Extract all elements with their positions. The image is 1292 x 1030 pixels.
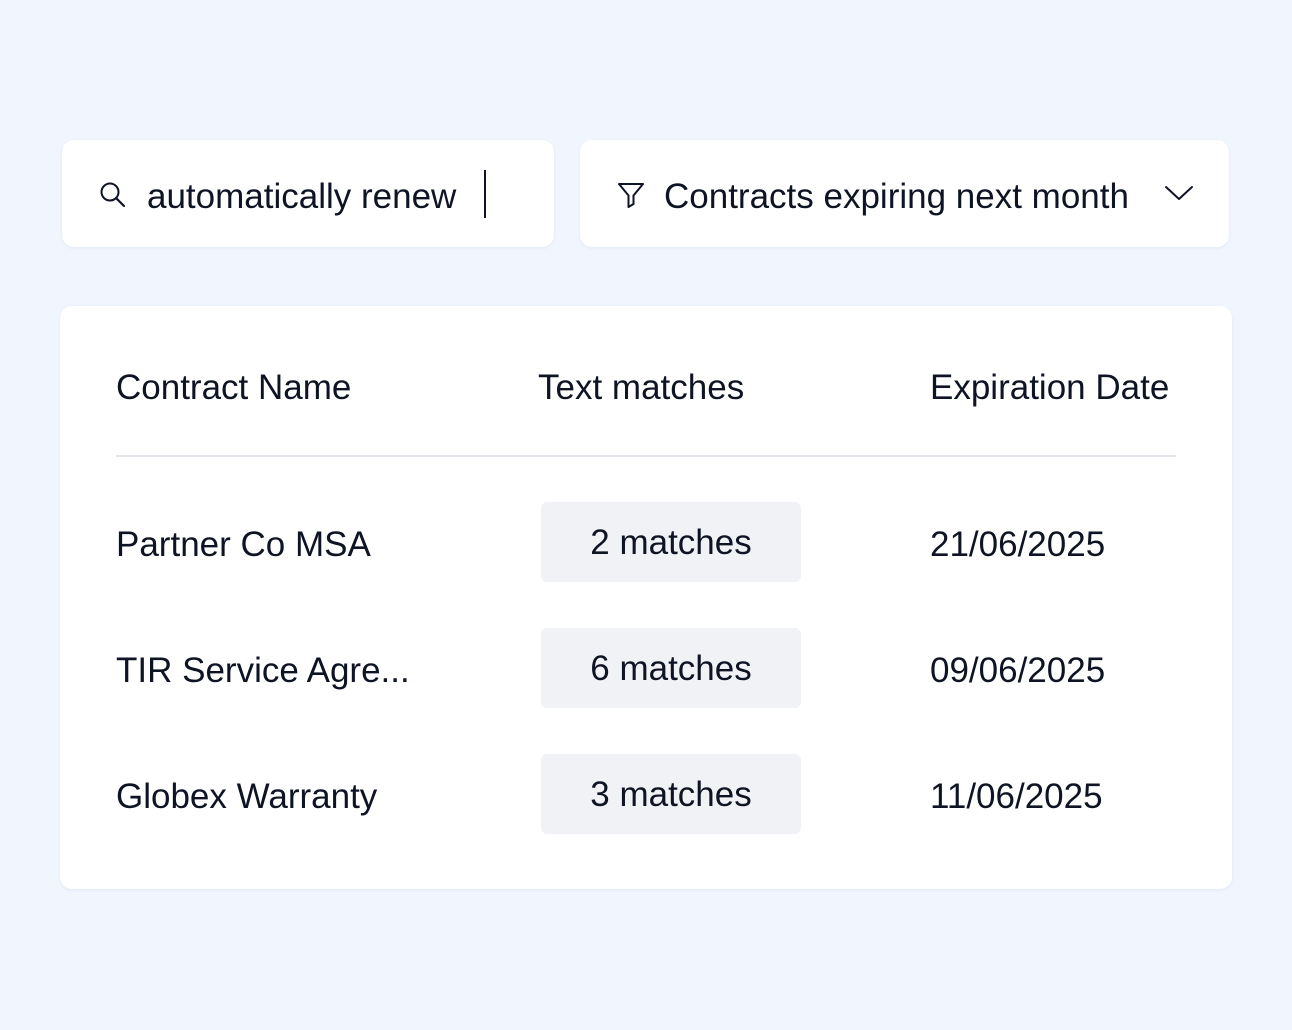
- filter-label: Contracts expiring next month: [664, 177, 1129, 216]
- column-header-expiration-date[interactable]: Expiration Date: [930, 370, 1169, 405]
- chevron-down-icon[interactable]: [1164, 184, 1194, 207]
- header-divider: [116, 455, 1176, 457]
- contract-name-cell: TIR Service Agre...: [116, 651, 410, 690]
- expiration-date-cell: 21/06/2025: [930, 525, 1106, 564]
- contracts-table: Contract Name Text matches Expiration Da…: [60, 306, 1232, 889]
- search-bar[interactable]: automatically renew: [62, 140, 554, 247]
- filter-icon: [617, 181, 645, 214]
- filter-dropdown[interactable]: Contracts expiring next month: [580, 140, 1229, 247]
- expiration-date-cell: 09/06/2025: [930, 651, 1106, 690]
- search-input[interactable]: automatically renew: [147, 179, 456, 214]
- contract-name-cell: Partner Co MSA: [116, 525, 371, 564]
- column-header-contract-name[interactable]: Contract Name: [116, 370, 351, 405]
- matches-badge[interactable]: 2 matches: [541, 502, 801, 582]
- text-cursor: [484, 170, 486, 218]
- column-header-text-matches[interactable]: Text matches: [538, 370, 744, 405]
- matches-badge[interactable]: 6 matches: [541, 628, 801, 708]
- search-icon: [99, 181, 127, 214]
- matches-badge[interactable]: 3 matches: [541, 754, 801, 834]
- expiration-date-cell: 11/06/2025: [930, 777, 1103, 816]
- contract-name-cell: Globex Warranty: [116, 777, 378, 816]
